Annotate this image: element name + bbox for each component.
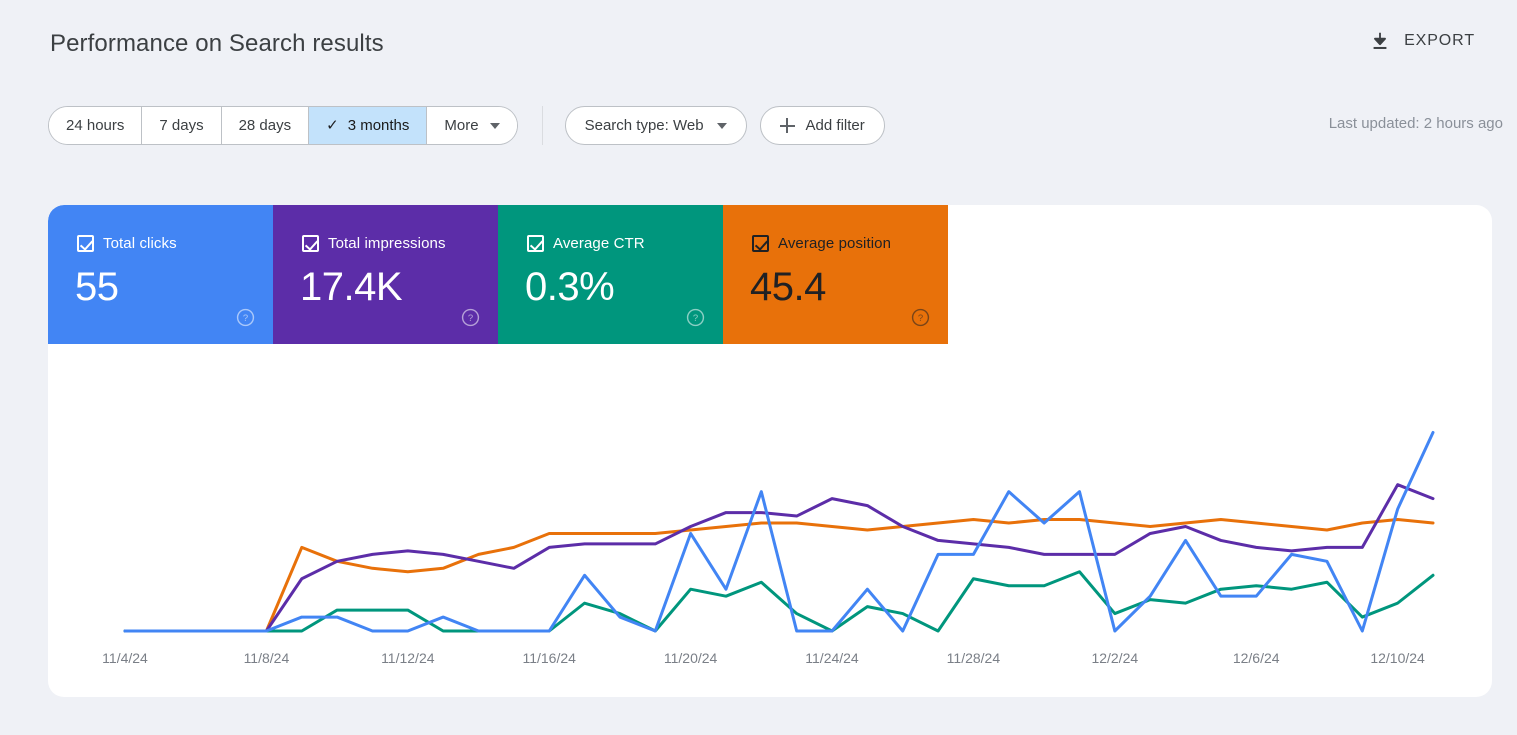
svg-text:?: ? [243,313,248,324]
chevron-down-icon [717,123,727,129]
help-circle-icon[interactable]: ? [236,308,255,327]
date-range-7-days-label: 7 days [159,117,203,134]
x-axis-tick-label: 12/6/24 [1233,650,1280,666]
chart-line-average-ctr [125,572,1433,631]
metric-checkbox[interactable] [302,235,319,252]
metric-checkbox[interactable] [527,235,544,252]
x-axis-tick-label: 11/12/24 [381,650,435,666]
metric-header: Total clicks [77,235,177,252]
export-button[interactable]: EXPORT [1369,30,1475,52]
metric-label: Average position [778,235,891,252]
date-range-3-months-label: 3 months [348,117,410,134]
x-axis-tick-label: 11/28/24 [947,650,1001,666]
date-range-more[interactable]: More [427,107,516,144]
last-updated-status: Last updated: 2 hours ago [1329,115,1503,132]
metric-label: Total clicks [103,235,177,252]
metric-value: 0.3% [525,265,614,310]
help-circle-icon[interactable]: ? [686,308,705,327]
metric-card-total-impressions[interactable]: Total impressions 17.4K ? [273,205,498,344]
performance-panel: Total clicks 55 ? Total impressions 17.4… [48,205,1492,697]
metric-label: Average CTR [553,235,645,252]
metric-value: 17.4K [300,265,402,310]
date-range-3-months[interactable]: ✓ 3 months [309,107,427,144]
svg-text:?: ? [918,313,923,324]
checkmark-icon: ✓ [326,118,339,133]
metric-cards: Total clicks 55 ? Total impressions 17.4… [48,205,948,344]
search-type-filter[interactable]: Search type: Web [565,106,747,145]
date-range-selector: 24 hours 7 days 28 days ✓ 3 months More [48,106,518,145]
chart-line-total-clicks [125,432,1433,631]
date-range-28-days[interactable]: 28 days [222,107,310,144]
metric-header: Total impressions [302,235,446,252]
svg-text:?: ? [693,313,698,324]
metric-card-total-clicks[interactable]: Total clicks 55 ? [48,205,273,344]
metric-label: Total impressions [328,235,446,252]
x-axis-tick-label: 12/2/24 [1091,650,1138,666]
x-axis-tick-label: 12/10/24 [1370,650,1425,666]
date-range-24-hours[interactable]: 24 hours [49,107,142,144]
chart-svg: 11/4/24 11/8/24 11/12/24 11/16/24 11/20/24 11… [48,344,1492,697]
metric-card-average-position[interactable]: Average position 45.4 ? [723,205,948,344]
metric-value: 55 [75,265,119,310]
toolbar-divider [542,106,543,145]
date-range-7-days[interactable]: 7 days [142,107,221,144]
metric-checkbox[interactable] [77,235,94,252]
download-icon [1369,30,1391,52]
search-type-label: Search type: Web [585,117,704,134]
export-label: EXPORT [1404,32,1475,50]
x-axis-tick-label: 11/4/24 [102,650,148,666]
x-axis-tick-label: 11/20/24 [664,650,718,666]
add-filter-button[interactable]: Add filter [760,106,885,145]
metric-header: Average position [752,235,891,252]
x-axis-tick-label: 11/16/24 [522,650,576,666]
date-range-28-days-label: 28 days [239,117,292,134]
performance-chart[interactable]: 11/4/24 11/8/24 11/12/24 11/16/24 11/20/24 11… [48,344,1492,697]
performance-report-page: Performance on Search results EXPORT 24 … [0,0,1517,735]
plus-icon [780,118,795,133]
metric-header: Average CTR [527,235,645,252]
metric-card-average-ctr[interactable]: Average CTR 0.3% ? [498,205,723,344]
chart-line-average-position [125,520,1433,631]
date-range-more-label: More [444,117,478,134]
metric-checkbox[interactable] [752,235,769,252]
help-circle-icon[interactable]: ? [911,308,930,327]
page-title: Performance on Search results [50,30,384,58]
toolbar: 24 hours 7 days 28 days ✓ 3 months More … [48,106,898,145]
x-axis-tick-label: 11/8/24 [244,650,290,666]
chevron-down-icon [490,123,500,129]
add-filter-label: Add filter [806,117,865,134]
date-range-24-hours-label: 24 hours [66,117,124,134]
x-axis-tick-label: 11/24/24 [805,650,859,666]
metric-value: 45.4 [750,265,826,310]
help-circle-icon[interactable]: ? [461,308,480,327]
svg-text:?: ? [468,313,473,324]
